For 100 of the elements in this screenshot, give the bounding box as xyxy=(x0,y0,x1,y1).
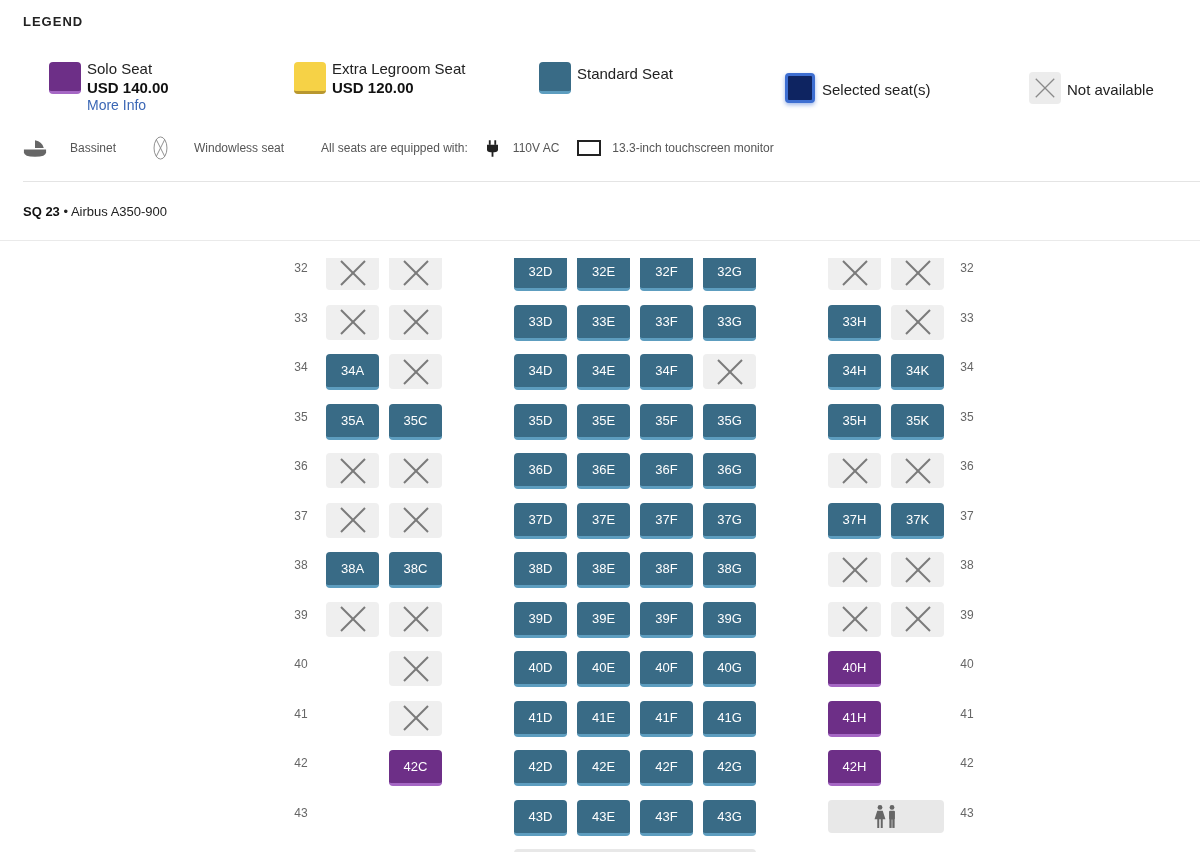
seat-button[interactable]: 32E xyxy=(577,258,630,291)
seat-swatch-icon xyxy=(49,62,81,94)
seat-button[interactable]: 34D xyxy=(514,354,567,390)
seat-button[interactable]: 38A xyxy=(326,552,379,588)
row-number: 38 xyxy=(959,557,975,574)
seat-button[interactable]: 35A xyxy=(326,403,379,440)
seat-button[interactable]: 41D xyxy=(514,700,567,737)
seat-button[interactable]: 43G xyxy=(703,799,756,836)
seat-button[interactable]: 32D xyxy=(514,258,567,291)
cross-icon xyxy=(402,705,429,731)
row-number: 41 xyxy=(959,705,975,723)
legend-label: Selected seat(s) xyxy=(822,79,931,99)
seat-button[interactable]: 33D xyxy=(514,304,567,341)
seat-button[interactable]: 37H xyxy=(828,502,881,539)
seat-button[interactable]: 32F xyxy=(640,258,693,291)
seat-button[interactable]: 43D xyxy=(514,799,567,836)
seat-swatch-icon xyxy=(539,62,571,94)
seat-button[interactable]: 43E xyxy=(577,799,630,836)
row-number: 36 xyxy=(959,458,975,475)
cross-icon xyxy=(716,358,743,385)
cross-icon xyxy=(402,606,429,632)
legend-label: Solo Seat xyxy=(87,59,153,78)
seat-button[interactable]: 42E xyxy=(577,750,630,786)
seat-button[interactable]: 35D xyxy=(514,403,567,440)
seat-button[interactable]: 35C xyxy=(389,403,442,440)
seat-button[interactable]: 35E xyxy=(577,403,630,440)
seat-button[interactable]: 42H xyxy=(828,750,881,786)
row-number: 39 xyxy=(959,606,975,624)
seat-button[interactable]: 35K xyxy=(891,403,944,440)
seat-button[interactable]: 38D xyxy=(514,552,567,588)
row-number: 34 xyxy=(959,359,975,376)
cross-icon xyxy=(904,309,931,335)
seat-button[interactable]: 35H xyxy=(828,403,881,440)
seat-button[interactable]: 40G xyxy=(703,651,756,687)
seat-button[interactable]: 38C xyxy=(389,552,442,588)
seat-button[interactable]: 37K xyxy=(891,502,944,539)
seat-button[interactable]: 39E xyxy=(577,601,630,638)
seat-button[interactable]: 33E xyxy=(577,304,630,341)
seat-button[interactable]: 32G xyxy=(703,258,756,291)
row-number: 43 xyxy=(959,804,975,822)
seat-button[interactable]: 43F xyxy=(640,799,693,836)
seat-button[interactable]: 36E xyxy=(577,453,630,489)
seat-button[interactable]: 36D xyxy=(514,453,567,489)
legend-label: Standard Seat xyxy=(577,64,673,83)
seat-button[interactable]: 39F xyxy=(640,601,693,638)
seat-button[interactable]: 42F xyxy=(640,750,693,786)
seat-button[interactable]: 40E xyxy=(577,651,630,687)
seat-button[interactable]: 39D xyxy=(514,601,567,638)
seat-button[interactable]: 34F xyxy=(640,354,693,390)
cross-icon xyxy=(841,259,868,286)
row-number: 32 xyxy=(293,260,309,277)
seat-button[interactable]: 33F xyxy=(640,304,693,341)
flight-info: SQ 23 • Airbus A350-900 xyxy=(23,203,168,219)
cross-icon xyxy=(904,259,931,286)
cross-icon xyxy=(841,606,868,632)
seat-button[interactable]: 35G xyxy=(703,403,756,440)
bassinet-icon xyxy=(23,138,47,158)
seat-button[interactable]: 36F xyxy=(640,453,693,489)
seat-button[interactable]: 37F xyxy=(640,502,693,539)
seat-button[interactable]: 37D xyxy=(514,502,567,539)
row-number: 33 xyxy=(959,309,975,327)
seat-button[interactable]: 34H xyxy=(828,354,881,390)
row-number: 38 xyxy=(293,557,309,574)
seat-button[interactable]: 42D xyxy=(514,750,567,786)
cross-icon xyxy=(339,309,366,335)
seat-button[interactable]: 36G xyxy=(703,453,756,489)
seat-button[interactable]: 38G xyxy=(703,552,756,588)
seat-button[interactable]: 42G xyxy=(703,750,756,786)
seat-button[interactable]: 34K xyxy=(891,354,944,390)
seat-button[interactable]: 41F xyxy=(640,700,693,737)
seat-button[interactable]: 34A xyxy=(326,354,379,390)
seat-button[interactable]: 41E xyxy=(577,700,630,737)
seat-button[interactable]: 37G xyxy=(703,502,756,539)
seat-button[interactable]: 40D xyxy=(514,651,567,687)
cross-icon xyxy=(841,556,868,583)
seat-button[interactable]: 34E xyxy=(577,354,630,390)
row-number: 34 xyxy=(293,359,309,376)
seat-button[interactable]: 41G xyxy=(703,700,756,737)
seat-button[interactable]: 33H xyxy=(828,304,881,341)
seat-button[interactable]: 37E xyxy=(577,502,630,539)
cross-icon xyxy=(402,655,429,682)
seat-button[interactable]: 39G xyxy=(703,601,756,638)
price-text: USD 120.00 xyxy=(332,78,414,98)
cross-swatch-icon xyxy=(1029,72,1061,104)
seat-button[interactable]: 33G xyxy=(703,304,756,341)
row-number: 35 xyxy=(959,408,975,426)
seat-button[interactable]: 38F xyxy=(640,552,693,588)
row-number: 39 xyxy=(293,606,309,624)
seat-button[interactable]: 38E xyxy=(577,552,630,588)
seat-button[interactable]: 35F xyxy=(640,403,693,440)
cross-icon xyxy=(904,457,931,484)
more-info-link[interactable]: More Info xyxy=(87,98,147,112)
seat-button[interactable]: 41H xyxy=(828,700,881,737)
cross-icon xyxy=(402,358,429,385)
restroom-icon xyxy=(874,804,898,828)
seat-button[interactable]: 42C xyxy=(389,750,442,786)
cross-icon xyxy=(402,259,429,286)
windowless-seat-icon xyxy=(153,136,169,160)
seat-button[interactable]: 40F xyxy=(640,651,693,687)
seat-button[interactable]: 40H xyxy=(828,651,881,687)
